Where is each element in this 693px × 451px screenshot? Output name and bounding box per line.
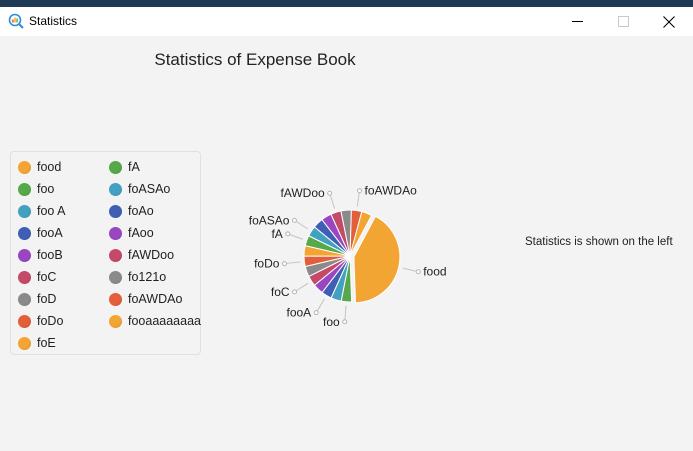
slice-label: food xyxy=(423,265,446,279)
legend-item: food xyxy=(18,159,61,175)
maximize-icon xyxy=(617,16,629,27)
slice-label-dot xyxy=(327,190,333,196)
legend-label: fA xyxy=(128,160,140,174)
content-area: Statistics of Expense Book food foo foo Af… xyxy=(0,36,693,451)
chart-title: Statistics of Expense Book xyxy=(154,50,356,69)
title-bar[interactable]: Statistics xyxy=(0,7,693,36)
legend-item: foD xyxy=(18,291,56,307)
chart-legend: food foo foo A fooA fooB foC foD foDo foE fA foASA… xyxy=(10,151,201,355)
slice-label: foC xyxy=(271,285,290,299)
legend-color-swatch xyxy=(109,314,122,328)
legend-color-swatch xyxy=(109,182,122,196)
slice-label: fAWDoo xyxy=(280,186,325,200)
slice-label-dot xyxy=(357,188,363,194)
minimize-button[interactable] xyxy=(554,7,600,36)
slice-label-dot xyxy=(313,310,319,316)
legend-label: foo A xyxy=(37,204,66,218)
close-button[interactable] xyxy=(646,7,692,36)
statistics-app-icon xyxy=(8,13,24,29)
legend-label: foAo xyxy=(128,204,154,218)
slice-label-dot xyxy=(281,261,287,267)
slice-label-dot xyxy=(292,289,298,295)
slice-label: foAWDAo xyxy=(365,184,418,198)
slice-label-dot xyxy=(291,217,297,223)
legend-item: fooA xyxy=(18,225,63,241)
legend-color-swatch xyxy=(18,270,31,284)
legend-item: fAWDoo xyxy=(109,247,174,263)
legend-item: foo A xyxy=(18,203,66,219)
legend-color-swatch xyxy=(109,226,122,240)
legend-item: fo121o xyxy=(109,269,166,285)
legend-item: foASAo xyxy=(109,181,170,197)
legend-item: fooB xyxy=(18,247,63,263)
legend-label: fAoo xyxy=(128,226,154,240)
pie-chart: food foofooA foC foDo fAfoASAo fAWDoo foAWDAo xyxy=(249,184,447,329)
slice-label: fA xyxy=(271,227,282,241)
legend-color-swatch xyxy=(18,336,31,350)
legend-item: fooaaaaaaaa xyxy=(109,313,201,329)
legend-color-swatch xyxy=(109,160,122,174)
slice-label: foDo xyxy=(254,257,280,271)
legend-label: food xyxy=(37,160,62,174)
legend-item: foAWDAo xyxy=(109,291,182,307)
legend-color-swatch xyxy=(18,160,31,174)
slice-label: foASAo xyxy=(249,213,290,227)
legend-color-swatch xyxy=(18,204,31,218)
slice-label-dot xyxy=(415,269,421,275)
legend-color-swatch xyxy=(18,292,31,306)
legend-label: fooA xyxy=(37,226,63,240)
slice-label: foo xyxy=(323,315,340,329)
legend-item: foo xyxy=(18,181,54,197)
top-strip xyxy=(0,0,693,7)
legend-label: fooB xyxy=(37,248,63,262)
legend-label: fooaaaaaaaa xyxy=(128,314,201,328)
legend-item: foAo xyxy=(109,203,154,219)
legend-label: fo121o xyxy=(128,270,167,284)
legend-label: foE xyxy=(37,336,56,350)
legend-color-swatch xyxy=(109,270,122,284)
maximize-button[interactable] xyxy=(600,7,646,36)
legend-label: foAWDAo xyxy=(128,292,183,306)
legend-color-swatch xyxy=(109,248,122,262)
close-icon xyxy=(663,15,675,28)
legend-color-swatch xyxy=(109,292,122,306)
slice-label: fooA xyxy=(287,306,312,320)
legend-color-swatch xyxy=(18,182,31,196)
legend-label: foC xyxy=(37,270,57,284)
legend-item: fA xyxy=(109,159,140,175)
window-title: Statistics xyxy=(29,14,78,28)
legend-label: foDo xyxy=(37,314,64,328)
slice-label-dot xyxy=(342,319,348,325)
legend-color-swatch xyxy=(18,314,31,328)
legend-item: fAoo xyxy=(109,225,154,241)
legend-color-swatch xyxy=(18,226,31,240)
legend-label: foASAo xyxy=(128,182,171,196)
legend-item: foC xyxy=(18,269,56,285)
legend-item: foDo xyxy=(18,313,63,329)
legend-color-swatch xyxy=(18,248,31,262)
legend-label: fAWDoo xyxy=(128,248,175,262)
legend-label: foo xyxy=(37,182,55,196)
legend-color-swatch xyxy=(109,204,122,218)
legend-label: foD xyxy=(37,292,57,306)
slice-label-dot xyxy=(285,231,291,237)
side-note: Statistics is shown on the left xyxy=(525,236,673,248)
legend-item: foE xyxy=(18,335,56,351)
minimize-icon xyxy=(571,21,583,22)
